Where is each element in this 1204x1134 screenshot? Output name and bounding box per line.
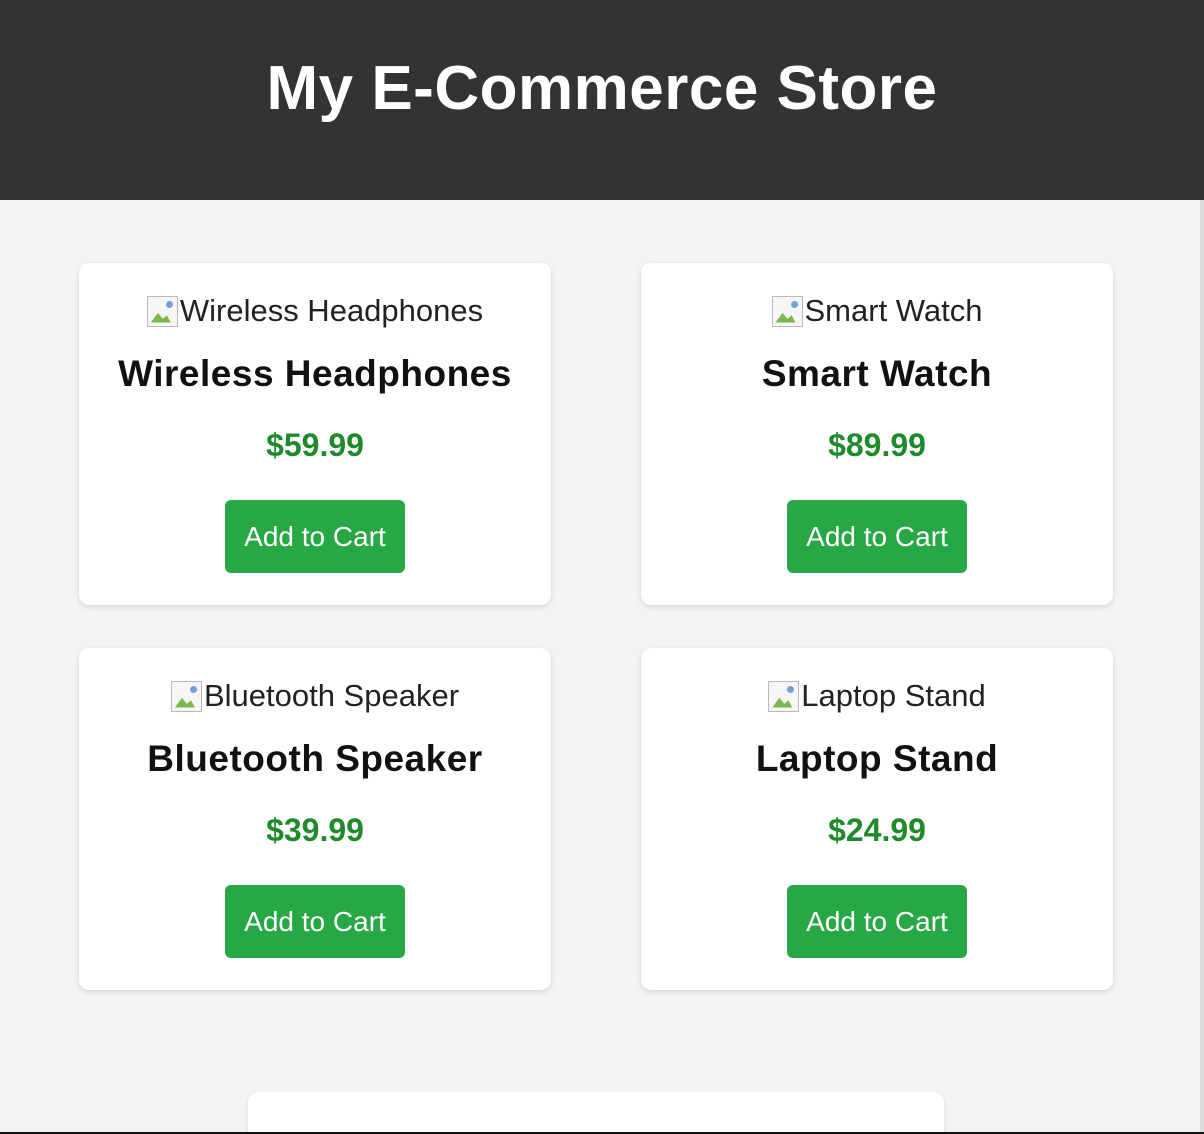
product-card-wireless-headphones: Wireless Headphones Wireless Headphones … (79, 263, 551, 605)
broken-image-icon (771, 295, 803, 327)
product-card-smart-watch: Smart Watch Smart Watch $89.99 Add to Ca… (641, 263, 1113, 605)
add-to-cart-button[interactable]: Add to Cart (225, 885, 405, 958)
product-card-laptop-stand: Laptop Stand Laptop Stand $24.99 Add to … (641, 648, 1113, 990)
add-to-cart-button[interactable]: Add to Cart (787, 885, 967, 958)
product-card-bluetooth-speaker: Bluetooth Speaker Bluetooth Speaker $39.… (79, 648, 551, 990)
product-image-alt-text: Wireless Headphones (179, 293, 484, 328)
product-price: $59.99 (266, 427, 364, 463)
product-image: Bluetooth Speaker (79, 678, 551, 714)
product-price: $89.99 (828, 427, 926, 463)
product-name: Laptop Stand (755, 738, 999, 779)
site-header: My E-Commerce Store (0, 0, 1204, 200)
product-name: Wireless Headphones (118, 353, 512, 394)
broken-image-icon (170, 680, 202, 712)
product-image: Wireless Headphones (79, 293, 551, 329)
product-name: Smart Watch (761, 353, 993, 394)
cart-panel (248, 1092, 944, 1134)
add-to-cart-button[interactable]: Add to Cart (225, 500, 405, 573)
page-title: My E-Commerce Store (266, 53, 938, 123)
product-image-alt-text: Bluetooth Speaker (203, 678, 460, 713)
product-image-alt-text: Smart Watch (804, 293, 983, 328)
product-price: $39.99 (266, 812, 364, 848)
product-name: Bluetooth Speaker (147, 738, 483, 779)
scrollbar-track[interactable] (1200, 200, 1204, 1134)
product-image: Smart Watch (641, 293, 1113, 329)
product-image: Laptop Stand (641, 678, 1113, 714)
product-image-alt-text: Laptop Stand (801, 678, 986, 713)
product-price: $24.99 (828, 812, 926, 848)
broken-image-icon (146, 295, 178, 327)
broken-image-icon (768, 680, 800, 712)
add-to-cart-button[interactable]: Add to Cart (787, 500, 967, 573)
